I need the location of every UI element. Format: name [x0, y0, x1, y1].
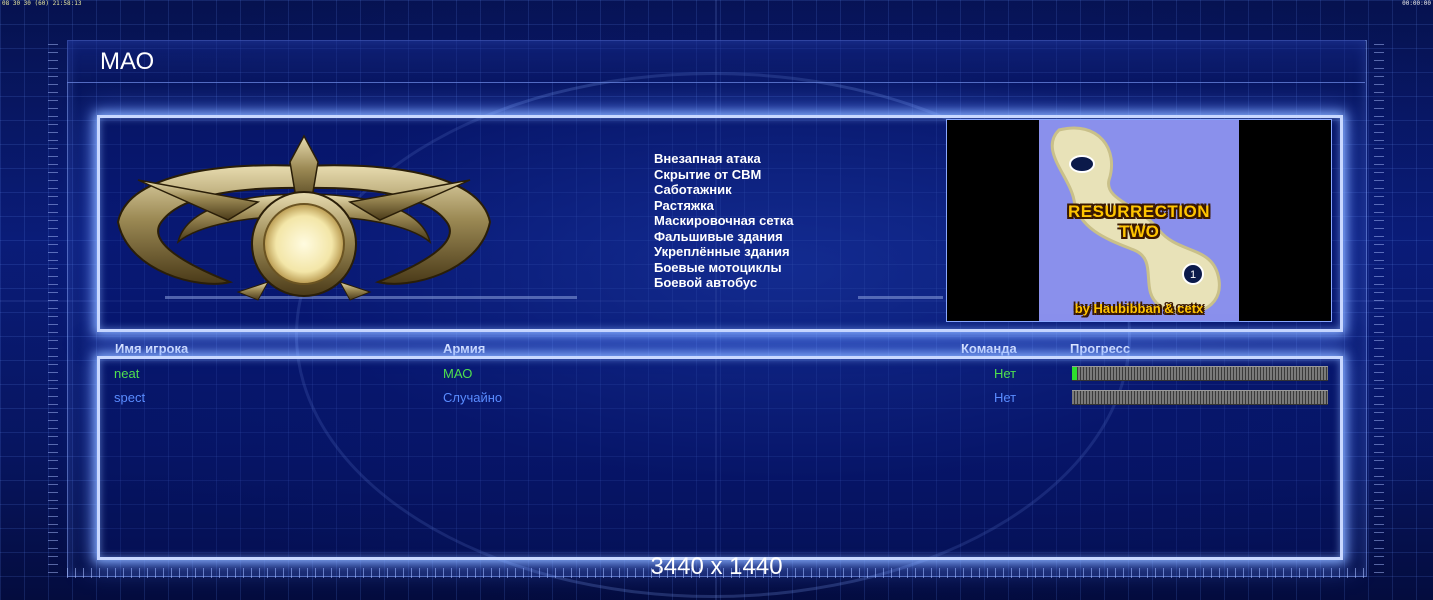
column-header-progress: Прогресс — [1070, 341, 1131, 356]
column-header-army: Армия — [443, 341, 486, 356]
player-list-panel — [97, 356, 1343, 560]
player-army: Случайно — [443, 390, 503, 405]
lobby-title-bar — [67, 40, 1365, 83]
feature-item: Внезапная атака — [654, 151, 761, 166]
overlay-stats-right: 00:00:00 — [1402, 0, 1431, 7]
feature-item: Скрытие от СВМ — [654, 166, 762, 182]
column-header-team: Команда — [961, 341, 1017, 356]
player-progress-bar — [1072, 366, 1328, 381]
start-position-marker: 1 — [1190, 269, 1196, 281]
player-army: МАО — [443, 366, 473, 381]
feature-item: Маскировочная сетка — [654, 213, 794, 228]
feature-item: Растяжка — [654, 197, 714, 213]
player-team: Нет — [994, 390, 1017, 405]
page-title: МАО — [100, 48, 155, 75]
left-ruler — [48, 44, 58, 574]
feature-item: Боевой автобус — [654, 275, 758, 290]
map-title-line1: RESURRECTION — [1067, 202, 1210, 221]
player-team: Нет — [994, 366, 1017, 381]
player-name: neat — [114, 366, 140, 381]
column-header-player: Имя игрока — [115, 341, 189, 356]
faction-emblem-icon — [116, 134, 492, 301]
overlay-stats-left: 08 30 30 (60) 21:58:13 — [2, 0, 82, 7]
right-ruler — [1374, 44, 1384, 574]
feature-item: Саботажник — [654, 182, 732, 197]
resolution-label: 3440 x 1440 — [650, 553, 783, 580]
feature-item: Укреплённые здания — [654, 244, 790, 259]
feature-item: Фальшивые здания — [654, 228, 783, 244]
feature-item: Боевые мотоциклы — [654, 259, 782, 275]
map-preview-image: 1 RESURRECTION TWO by Haubibban & cetx — [1039, 120, 1239, 321]
player-progress-bar — [1072, 390, 1328, 405]
panel-divider — [858, 296, 943, 299]
map-credit: by Haubibban & cetx — [1074, 301, 1204, 316]
map-preview: 1 RESURRECTION TWO by Haubibban & cetx — [946, 119, 1332, 322]
map-title-line2: TWO — [1119, 222, 1159, 241]
player-name: spect — [114, 390, 146, 405]
player-progress-fill — [1072, 367, 1078, 380]
faction-feature-list: Внезапная атака Скрытие от СВМ Саботажни… — [654, 151, 793, 291]
